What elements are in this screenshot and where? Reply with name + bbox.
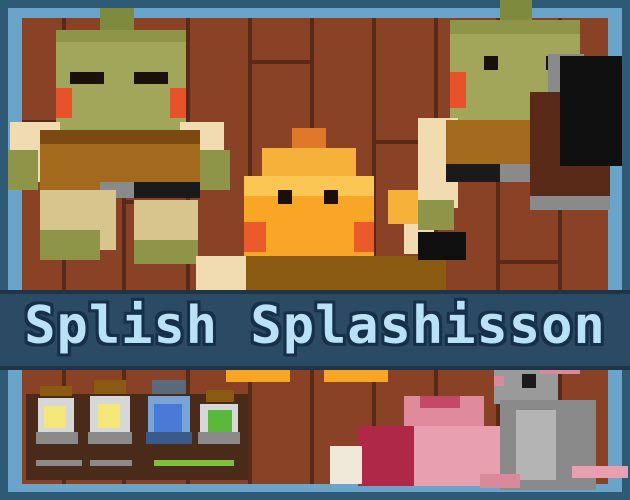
game-title: Splish Splashisson — [24, 296, 606, 356]
potion-inventory — [26, 380, 248, 480]
game-cover: Splish Splashisson — [0, 0, 630, 500]
potion-shelf — [26, 380, 248, 480]
